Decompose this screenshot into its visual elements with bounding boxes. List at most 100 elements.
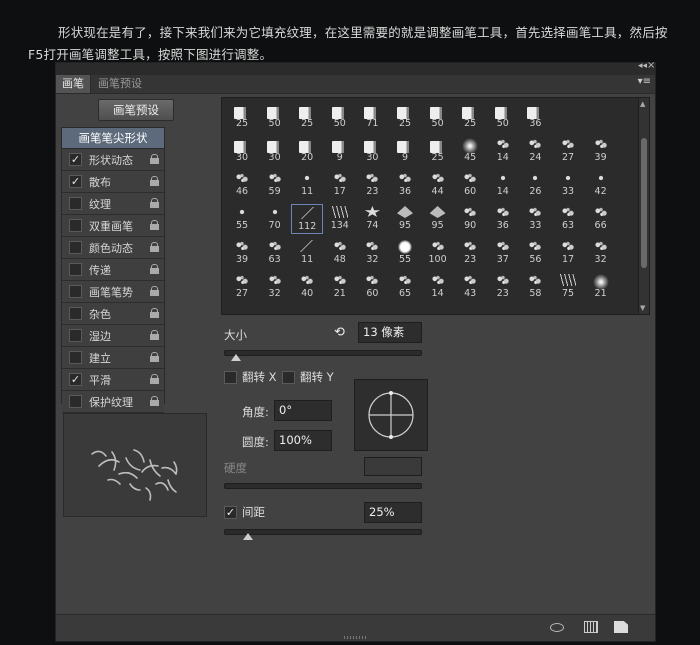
brush-tip[interactable]: 30 (356, 136, 388, 166)
brush-tip[interactable]: 70 (259, 204, 291, 234)
brush-tip[interactable]: 30 (259, 136, 291, 166)
lock-icon[interactable] (150, 176, 159, 186)
property-row[interactable]: 双重画笔 (62, 215, 164, 237)
property-checkbox[interactable]: ✓ (69, 175, 82, 188)
property-row[interactable]: 保护纹理 (62, 391, 164, 413)
collapse-icon[interactable]: ◂◂ (638, 61, 647, 71)
lock-icon[interactable] (150, 242, 159, 252)
size-field[interactable]: 13 像素 (358, 322, 422, 343)
brush-tip[interactable]: 60 (454, 170, 486, 200)
brush-tip[interactable]: 46 (226, 170, 258, 200)
brush-tip[interactable]: 32 (585, 238, 617, 268)
brush-tip[interactable]: 95 (389, 204, 421, 234)
property-checkbox[interactable] (69, 285, 82, 298)
lock-icon[interactable] (150, 308, 159, 318)
brush-tip[interactable]: 25 (454, 102, 486, 132)
angle-roundness-widget[interactable] (354, 379, 428, 451)
property-checkbox[interactable]: ✓ (69, 153, 82, 166)
resize-grip[interactable] (344, 636, 366, 639)
spacing-field[interactable]: 25% (364, 502, 422, 523)
eye-icon[interactable] (550, 621, 564, 633)
brush-tip[interactable]: 71 (356, 102, 388, 132)
property-row[interactable]: 湿边 (62, 325, 164, 347)
brush-tip[interactable]: 17 (324, 170, 356, 200)
brush-tip[interactable]: 60 (356, 272, 388, 302)
spacing-checkbox[interactable]: ✓ (224, 506, 237, 519)
brush-tip[interactable]: 43 (454, 272, 486, 302)
brush-tip[interactable]: 25 (389, 102, 421, 132)
brush-tip[interactable]: 56 (519, 238, 551, 268)
property-checkbox[interactable] (69, 263, 82, 276)
lock-icon[interactable] (150, 330, 159, 340)
brush-tip[interactable]: 21 (585, 272, 617, 302)
brush-tip[interactable]: 23 (454, 238, 486, 268)
brush-tip[interactable]: 11 (291, 238, 323, 268)
tab-brush[interactable]: 画笔 (56, 75, 91, 93)
brush-tip[interactable]: 134 (324, 204, 356, 234)
angle-field[interactable]: 0° (274, 400, 332, 421)
brush-tip[interactable]: 65 (389, 272, 421, 302)
brush-tip[interactable]: 23 (487, 272, 519, 302)
brush-tip[interactable]: 40 (291, 272, 323, 302)
lock-icon[interactable] (150, 220, 159, 230)
lock-icon[interactable] (150, 198, 159, 208)
brush-tip[interactable]: 36 (389, 170, 421, 200)
grid-icon[interactable] (584, 621, 598, 633)
property-checkbox[interactable] (69, 197, 82, 210)
lock-icon[interactable] (150, 352, 159, 362)
brush-tip[interactable]: 26 (519, 170, 551, 200)
brush-tip[interactable]: 24 (519, 136, 551, 166)
brush-tip[interactable]: 75 (552, 272, 584, 302)
close-icon[interactable]: × (647, 60, 655, 71)
brush-tip[interactable]: 45 (454, 136, 486, 166)
lock-icon[interactable] (150, 154, 159, 164)
property-row[interactable]: 纹理 (62, 193, 164, 215)
brush-tip[interactable]: 112 (291, 204, 324, 234)
property-checkbox[interactable] (69, 307, 82, 320)
reset-icon[interactable]: ⟲ (334, 325, 348, 340)
brush-tip[interactable]: 63 (259, 238, 291, 268)
property-row[interactable]: 颜色动态 (62, 237, 164, 259)
scroll-down-icon[interactable]: ▼ (640, 304, 645, 312)
scroll-thumb[interactable] (641, 138, 647, 268)
brush-tip[interactable]: 25 (226, 102, 258, 132)
roundness-field[interactable]: 100% (274, 430, 332, 451)
property-row[interactable]: 传递 (62, 259, 164, 281)
property-checkbox[interactable] (69, 351, 82, 364)
property-row[interactable]: ✓ 散布 (62, 171, 164, 193)
brush-tip[interactable]: 32 (356, 238, 388, 268)
property-checkbox[interactable] (69, 241, 82, 254)
new-page-icon[interactable] (614, 621, 628, 633)
spacing-slider-thumb[interactable] (242, 533, 253, 540)
brush-tip[interactable]: 66 (585, 204, 617, 234)
property-checkbox[interactable] (69, 329, 82, 342)
brush-tip[interactable]: 11 (291, 170, 323, 200)
brush-tip[interactable]: 50 (259, 102, 291, 132)
property-checkbox[interactable] (69, 219, 82, 232)
tab-brush-presets[interactable]: 画笔预设 (92, 75, 148, 93)
brush-tip[interactable]: 39 (226, 238, 258, 268)
brush-tip[interactable]: 58 (519, 272, 551, 302)
brush-presets-button[interactable]: 画笔预设 (98, 99, 174, 121)
brush-tip[interactable]: 55 (226, 204, 258, 234)
brush-tip[interactable]: 100 (422, 238, 454, 268)
brush-grid-scrollbar[interactable]: ▲ ▼ (638, 98, 649, 314)
brush-tip[interactable]: 36 (519, 102, 551, 132)
brush-tip[interactable]: 50 (422, 102, 454, 132)
property-row[interactable]: 画笔笔势 (62, 281, 164, 303)
brush-tip[interactable]: 17 (552, 238, 584, 268)
brush-tip[interactable]: 25 (422, 136, 454, 166)
brush-tip[interactable]: 37 (487, 238, 519, 268)
brush-tip[interactable]: 44 (422, 170, 454, 200)
brush-tip[interactable]: 27 (226, 272, 258, 302)
property-row[interactable]: 杂色 (62, 303, 164, 325)
brush-tip[interactable]: 33 (519, 204, 551, 234)
brush-tip[interactable]: 59 (259, 170, 291, 200)
brush-tip[interactable]: 14 (487, 170, 519, 200)
brush-tip[interactable]: 50 (324, 102, 356, 132)
brush-tip[interactable]: 74 (356, 204, 388, 234)
brush-tip[interactable]: 30 (226, 136, 258, 166)
property-row[interactable]: 建立 (62, 347, 164, 369)
brush-tip[interactable]: 9 (324, 136, 356, 166)
lock-icon[interactable] (150, 374, 159, 384)
